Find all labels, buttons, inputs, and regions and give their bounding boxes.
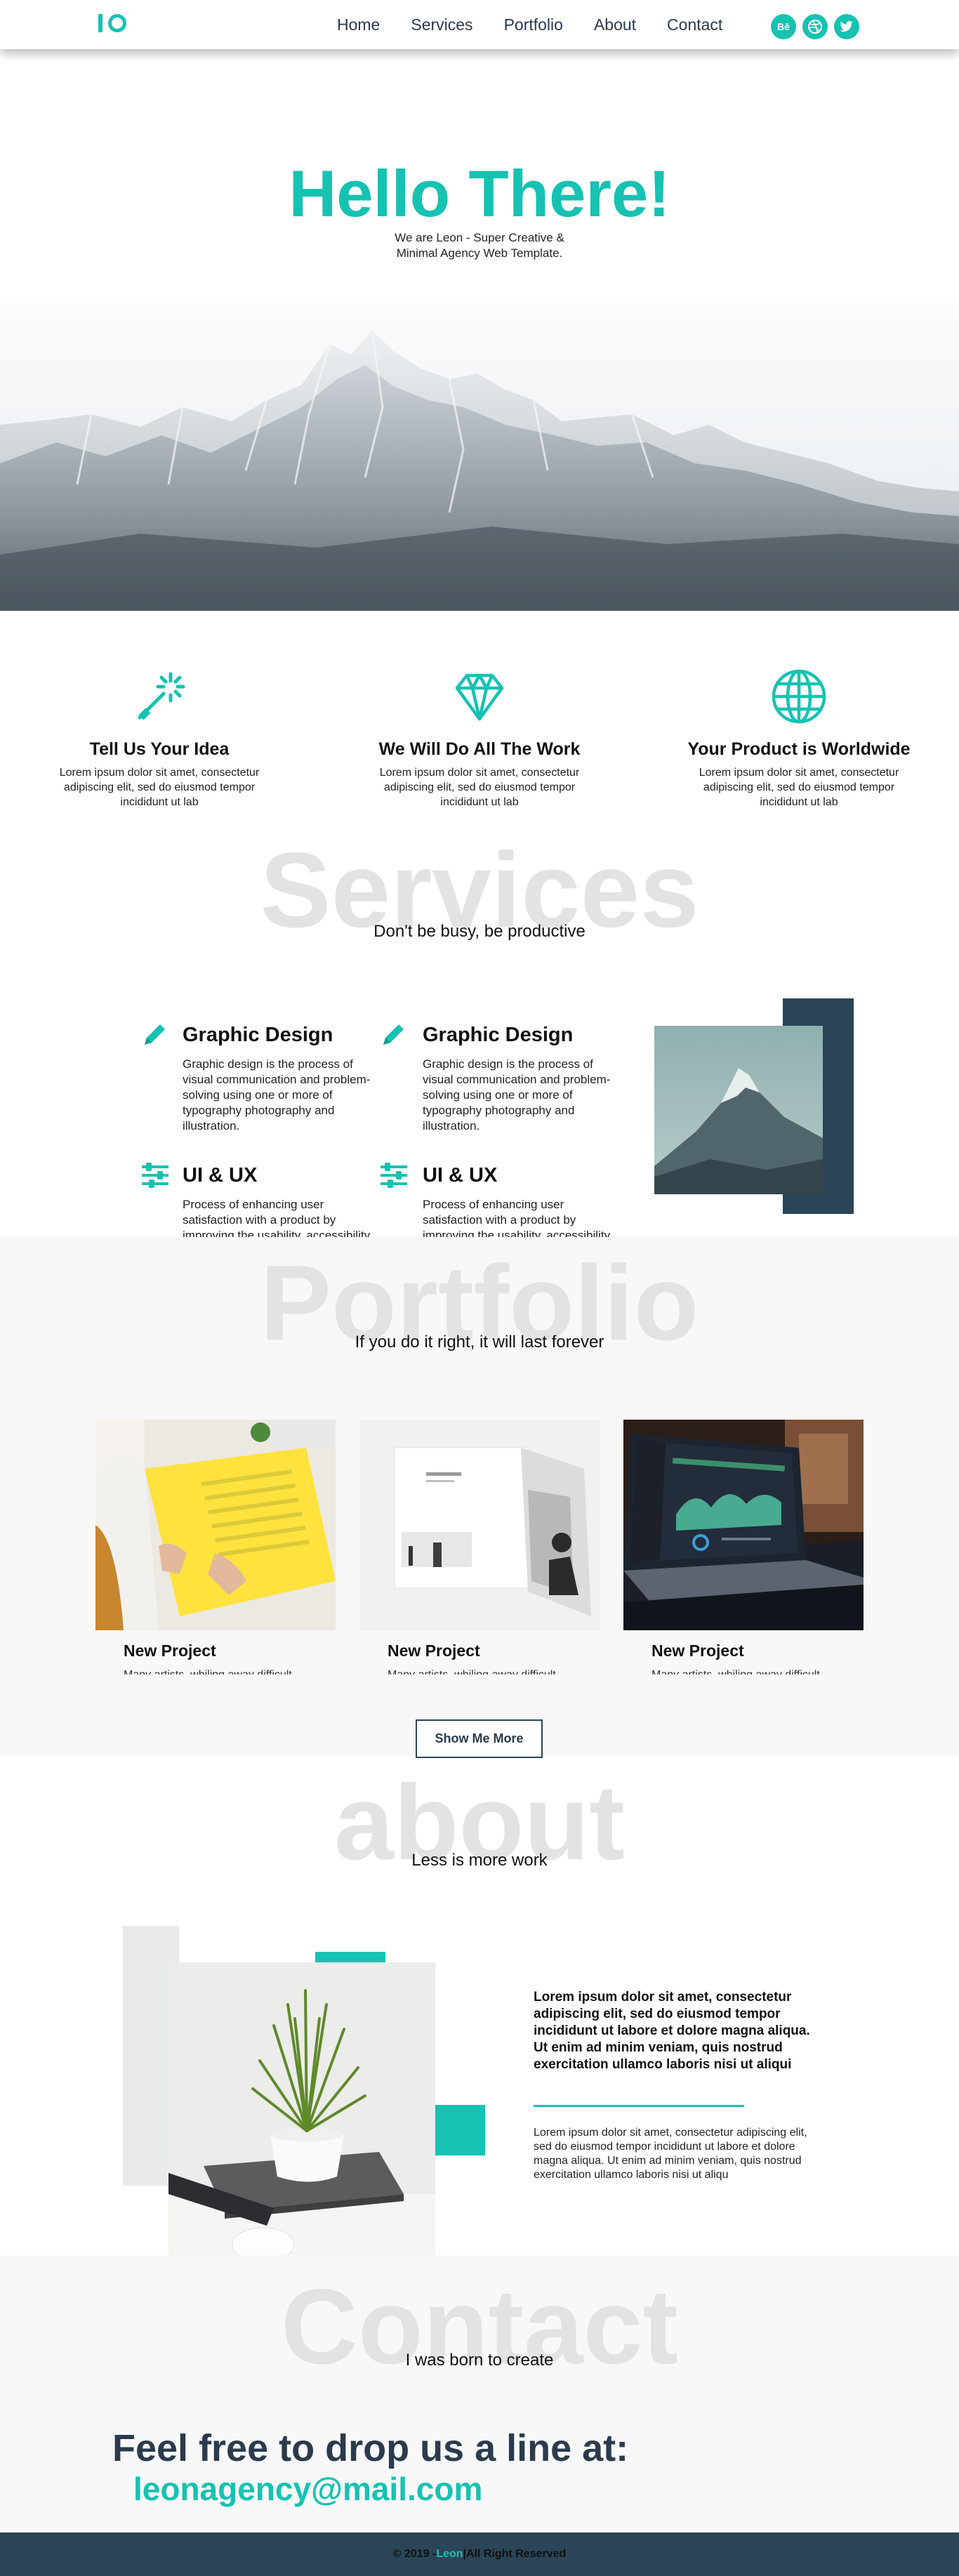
pencil-icon bbox=[140, 1019, 170, 1052]
project-image-magazine bbox=[95, 1420, 336, 1630]
twitter-glyph bbox=[840, 20, 854, 32]
logo-bar[interactable] bbox=[98, 14, 102, 32]
top-navbar: Home Services Portfolio About Contact Bē bbox=[0, 0, 959, 49]
project-card[interactable]: New Project Many artists, whiling away d… bbox=[95, 1420, 336, 1679]
services-subtitle: Don't be busy, be productive bbox=[373, 922, 586, 941]
service-title: Graphic Design bbox=[423, 1024, 574, 1046]
magic-wand-icon bbox=[138, 672, 185, 720]
service-title: UI & UX bbox=[423, 1164, 498, 1187]
nav-link-portfolio[interactable]: Portfolio bbox=[504, 15, 563, 34]
portfolio-subtitle: If you do it right, it will last forever bbox=[355, 1333, 604, 1352]
pencil-icon bbox=[379, 1019, 409, 1052]
hero-subtitle: We are Leon - Super Creative & Minimal A… bbox=[395, 231, 564, 260]
globe-icon bbox=[772, 669, 826, 724]
twitter-icon[interactable] bbox=[834, 14, 859, 39]
nav-link-services[interactable]: Services bbox=[411, 15, 472, 34]
about-plant-image bbox=[168, 1962, 435, 2277]
show-more-button[interactable]: Show Me More bbox=[416, 1719, 543, 1758]
nav-links: Home Services Portfolio About Contact bbox=[337, 15, 753, 34]
footer-prefix: © 2019 - bbox=[392, 2548, 437, 2560]
footer-suffix: |All Right Reserved bbox=[463, 2548, 567, 2560]
service-title: UI & UX bbox=[183, 1164, 258, 1187]
feature-text: Lorem ipsum dolor sit amet, consectetur … bbox=[699, 767, 899, 808]
project-text: Many artists, whiling away difficult bbox=[124, 1669, 336, 1675]
about-divider bbox=[534, 2105, 744, 2107]
mountain-illustration bbox=[0, 329, 959, 611]
project-card[interactable]: New Project Many artists, whiling away d… bbox=[359, 1420, 600, 1679]
contact-subtitle: I was born to create bbox=[405, 2351, 554, 2370]
mountain-image bbox=[0, 302, 959, 611]
nav-link-about[interactable]: About bbox=[594, 15, 636, 34]
about-text: Lorem ipsum dolor sit amet, consectetur … bbox=[534, 2127, 807, 2181]
service-text: Graphic design is the process of visual … bbox=[183, 1057, 371, 1132]
feature-title: We Will Do All The Work bbox=[378, 739, 581, 759]
service-item: Graphic Design Graphic design is the pro… bbox=[423, 1024, 626, 1134]
service-text: Graphic design is the process of visual … bbox=[423, 1057, 611, 1132]
feature-worldwide: Your Product is Worldwide Lorem ipsum do… bbox=[680, 667, 918, 810]
project-image-book bbox=[359, 1420, 600, 1630]
feature-idea: Tell Us Your Idea Lorem ipsum dolor sit … bbox=[40, 667, 279, 810]
diamond-icon bbox=[455, 673, 504, 721]
services-mountain-image bbox=[654, 1026, 823, 1194]
dribbble-icon[interactable] bbox=[802, 14, 828, 39]
contact-email-link[interactable]: leonagency@mail.com bbox=[133, 2470, 482, 2508]
feature-text: Lorem ipsum dolor sit amet, consectetur … bbox=[59, 767, 260, 808]
service-item: Graphic Design Graphic design is the pro… bbox=[183, 1024, 386, 1134]
project-card[interactable]: New Project Many artists, whiling away d… bbox=[623, 1420, 864, 1679]
project-title: New Project bbox=[124, 1642, 216, 1660]
footer: © 2019 - Leon |All Right Reserved bbox=[0, 2532, 959, 2576]
about-bold-text: Lorem ipsum dolor sit amet, consectetur … bbox=[534, 1990, 810, 2072]
project-text: Many artists, whiling away difficult bbox=[388, 1669, 600, 1675]
feature-title: Your Product is Worldwide bbox=[687, 739, 911, 759]
sliders-icon bbox=[140, 1161, 170, 1193]
service-title: Graphic Design bbox=[183, 1024, 333, 1046]
feature-text: Lorem ipsum dolor sit amet, consectetur … bbox=[379, 767, 580, 808]
project-title: New Project bbox=[652, 1642, 744, 1660]
dribbble-glyph bbox=[808, 20, 822, 34]
project-text: Many artists, whiling away difficult bbox=[652, 1669, 864, 1675]
behance-icon[interactable]: Bē bbox=[771, 14, 796, 39]
nav-link-contact[interactable]: Contact bbox=[667, 15, 722, 34]
contact-heading: Feel free to drop us a line at: bbox=[112, 2427, 629, 2469]
logo-ring[interactable] bbox=[108, 14, 126, 32]
about-subtitle: Less is more work bbox=[411, 1851, 548, 1870]
footer-brand[interactable]: Leon bbox=[436, 2548, 463, 2561]
project-image-laptop bbox=[623, 1420, 864, 1630]
about-decor-teal-square bbox=[435, 2105, 485, 2155]
project-title: New Project bbox=[388, 1642, 480, 1660]
hero-title: Hello There! bbox=[289, 157, 670, 230]
feature-work: We Will Do All The Work Lorem ipsum dolo… bbox=[360, 667, 599, 810]
feature-title: Tell Us Your Idea bbox=[89, 739, 230, 759]
sliders-icon bbox=[379, 1161, 409, 1193]
nav-link-home[interactable]: Home bbox=[337, 15, 380, 34]
behance-label: Bē bbox=[777, 21, 790, 32]
